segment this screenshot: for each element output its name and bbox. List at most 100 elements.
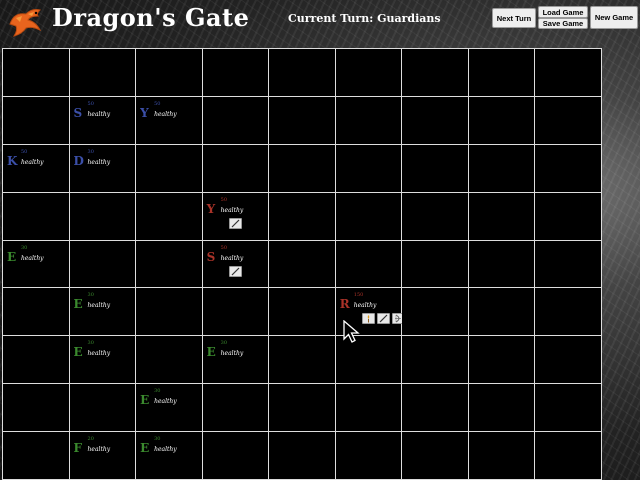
board-cell[interactable] [136,144,203,193]
board-cell[interactable] [402,144,469,193]
board-cell[interactable]: E 30 healthy [136,384,203,433]
board-cell[interactable] [269,49,336,97]
board-cell[interactable] [269,384,336,433]
save-game-button[interactable]: Save Game [538,18,588,29]
board-cell[interactable]: F 20 healthy [69,432,137,480]
board-cell[interactable] [202,96,270,145]
unit-token[interactable]: Y 50 healthy [207,197,243,229]
board-cell[interactable] [3,336,70,385]
board-cell[interactable] [202,288,270,337]
board-cell[interactable] [69,240,137,289]
board-cell[interactable] [136,240,203,289]
board-cell[interactable] [269,336,336,385]
board-cell[interactable] [3,96,70,145]
board-cell[interactable] [136,336,203,385]
board-cell[interactable]: D 30 healthy [69,144,137,193]
board-cell[interactable] [335,96,403,145]
board-cell[interactable]: E 30 healthy [3,240,70,289]
board-cell[interactable] [535,432,602,480]
next-turn-button[interactable]: Next Turn [492,8,536,28]
board-cell[interactable] [535,49,602,97]
board-cell[interactable]: E 30 healthy [69,288,137,337]
board-cell[interactable] [535,144,602,193]
board-cell[interactable] [402,336,469,385]
board-cell[interactable] [269,192,336,241]
unit-token[interactable]: Y 50 healthy [140,101,177,121]
board-cell[interactable] [202,49,270,97]
board-cell[interactable] [402,432,469,480]
board-cell[interactable]: K 50 healthy [3,144,70,193]
board-cell[interactable] [269,240,336,289]
load-game-button[interactable]: Load Game [538,6,588,18]
unit-token[interactable]: S 50 healthy [207,245,243,277]
board-cell[interactable] [535,288,602,337]
sword-icon[interactable] [228,265,242,277]
board-cell[interactable] [69,49,137,97]
board-cell[interactable] [535,384,602,433]
board-cell[interactable] [335,49,403,97]
board-cell[interactable] [468,336,536,385]
board-cell[interactable]: S 50 healthy [69,96,137,145]
board-cell[interactable]: E 30 healthy [136,432,203,480]
board-cell[interactable] [335,384,403,433]
board-cell[interactable] [3,192,70,241]
board-cell[interactable] [269,288,336,337]
board-cell[interactable] [468,96,536,145]
sword-icon[interactable] [376,313,390,325]
board-cell[interactable] [136,192,203,241]
board-cell[interactable] [202,432,270,480]
board-cell[interactable] [535,96,602,145]
board-cell[interactable] [468,144,536,193]
unit-token[interactable]: E 30 healthy [140,388,177,408]
board-cell[interactable] [402,384,469,433]
board-cell[interactable] [269,432,336,480]
board-cell[interactable] [335,192,403,241]
board-cell[interactable] [468,384,536,433]
board-cell[interactable]: E 30 healthy [202,336,270,385]
board-cell[interactable] [535,240,602,289]
new-game-button[interactable]: New Game [590,6,638,29]
board-cell[interactable] [335,144,403,193]
board-cell[interactable] [468,240,536,289]
unit-token[interactable]: S 50 healthy [74,101,111,121]
unit-token[interactable]: F 20 healthy [74,436,111,456]
board-cell[interactable] [69,384,137,433]
board-cell[interactable] [202,384,270,433]
board-cell[interactable] [3,288,70,337]
board-cell[interactable] [335,432,403,480]
board-cell[interactable] [468,192,536,241]
board-cell[interactable] [269,144,336,193]
board-cell[interactable] [468,432,536,480]
board-cell[interactable] [202,144,270,193]
board-cell[interactable]: Y 50 healthy [202,192,270,241]
board-cell[interactable] [402,96,469,145]
board-cell[interactable] [535,192,602,241]
unit-token[interactable]: D 30 healthy [74,149,111,169]
board-cell[interactable] [535,336,602,385]
unit-token[interactable]: R 150 healthy [340,292,405,325]
board-cell[interactable] [3,49,70,97]
board-cell[interactable]: S 50 healthy [202,240,270,289]
unit-token[interactable]: E 30 healthy [74,292,111,312]
sword-icon[interactable] [228,217,242,229]
unit-token[interactable]: E 30 healthy [7,245,44,265]
board-cell[interactable] [402,240,469,289]
unit-token[interactable]: E 30 healthy [140,436,177,456]
board-cell[interactable] [335,240,403,289]
board-cell[interactable] [402,49,469,97]
board-cell[interactable] [468,49,536,97]
torch-icon[interactable] [361,313,375,325]
board-cell[interactable]: E 30 healthy [69,336,137,385]
board-cell[interactable] [3,432,70,480]
board-cell[interactable] [402,288,469,337]
board-cell[interactable] [269,96,336,145]
board-cell[interactable] [136,288,203,337]
board-cell[interactable] [69,192,137,241]
unit-token[interactable]: E 30 healthy [74,340,111,360]
board-cell[interactable] [402,192,469,241]
unit-token[interactable]: K 50 healthy [7,149,44,169]
board-cell[interactable] [3,384,70,433]
board-cell[interactable]: Y 50 healthy [136,96,203,145]
board-cell[interactable] [468,288,536,337]
board-cell[interactable] [136,49,203,97]
